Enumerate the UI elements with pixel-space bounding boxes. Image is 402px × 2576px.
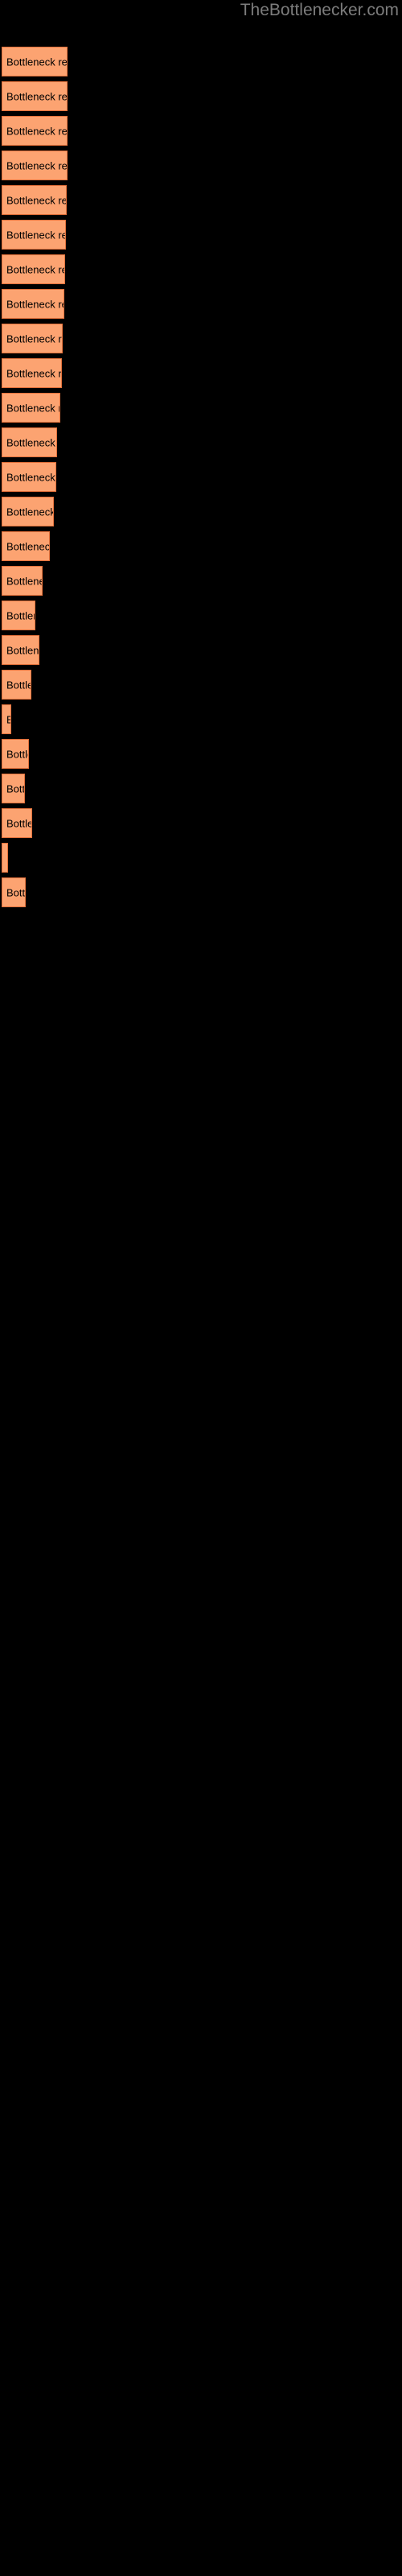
bar-label: Bottleneck result [6, 540, 50, 552]
bar-label: Bottleneck result [6, 90, 68, 102]
bottleneck-result-bar[interactable]: Bottleneck result [2, 601, 35, 630]
bar-label: Bottleneck result [6, 332, 62, 345]
bar-label: Bottleneck result [6, 713, 10, 725]
bottleneck-result-bar[interactable]: Bottleneck result [2, 877, 26, 907]
bar-label: Bottleneck result [6, 298, 64, 310]
bottleneck-bar-chart: Bottleneck result Bottleneck result Bottle… [0, 0, 402, 2576]
bar-label: Bottleneck result [6, 471, 55, 483]
bottleneck-result-bar[interactable]: Bottleneck result [2, 462, 56, 492]
bottleneck-result-bar[interactable]: Bottleneck result [2, 531, 50, 561]
bottleneck-result-bar[interactable]: Bottleneck result [2, 670, 31, 700]
bottleneck-result-bar[interactable]: Bottleneck result [2, 220, 66, 250]
bar-label: Bottleneck result [6, 817, 31, 829]
bar-label: Bottleneck result [6, 159, 68, 171]
bar-label: Bottleneck result [6, 402, 59, 414]
bottleneck-result-bar[interactable]: Bottleneck result [2, 704, 11, 734]
bar-label: Bottleneck result [6, 886, 26, 898]
bottleneck-result-bar[interactable]: Bottleneck result [2, 393, 60, 423]
bottleneck-result-bar[interactable]: Bottleneck result [2, 47, 68, 76]
bar-label: Bottleneck result [6, 125, 68, 137]
bar-label: Bottleneck result [6, 644, 39, 656]
bar-label: Bottleneck result [6, 194, 66, 206]
bar-label: Bottleneck result [6, 56, 68, 68]
bottleneck-result-bar[interactable]: Bottleneck result [2, 427, 57, 457]
bar-label: Bottleneck result [6, 575, 42, 587]
bottleneck-result-bar[interactable]: Bottleneck result [2, 635, 39, 665]
bar-label: Bottleneck result [6, 506, 54, 518]
bottleneck-result-bar[interactable]: Bottleneck result [2, 185, 67, 215]
bar-label: Bottleneck result [6, 782, 25, 795]
bar-label: Bottleneck result [6, 852, 7, 864]
bottleneck-result-bar[interactable]: Bottleneck result [2, 324, 63, 353]
bottleneck-result-bar[interactable]: Bottleneck result [2, 358, 62, 388]
bottleneck-result-bar[interactable]: Bottleneck result [2, 497, 54, 526]
bottleneck-result-bar[interactable]: Bottleneck result [2, 774, 25, 803]
bar-label: Bottleneck result [6, 679, 31, 691]
bottleneck-result-bar[interactable]: Bottleneck result [2, 116, 68, 146]
bottleneck-result-bar[interactable]: Bottleneck result [2, 81, 68, 111]
bottleneck-result-bar[interactable]: Bottleneck result [2, 843, 8, 873]
bar-label: Bottleneck result [6, 263, 64, 275]
bottleneck-result-bar[interactable]: Bottleneck result [2, 151, 68, 180]
bottleneck-result-bar[interactable]: Bottleneck result [2, 739, 29, 769]
bar-label: Bottleneck result [6, 436, 56, 448]
bar-label: Bottleneck result [6, 748, 28, 760]
bar-label: Bottleneck result [6, 609, 35, 621]
bottleneck-result-bar[interactable]: Bottleneck result [2, 289, 64, 319]
bar-label: Bottleneck result [6, 367, 62, 379]
bottleneck-result-bar[interactable]: Bottleneck result [2, 808, 32, 838]
bar-label: Bottleneck result [6, 229, 65, 241]
bottleneck-result-bar[interactable]: Bottleneck result [2, 254, 65, 284]
bottleneck-result-bar[interactable]: Bottleneck result [2, 566, 43, 596]
